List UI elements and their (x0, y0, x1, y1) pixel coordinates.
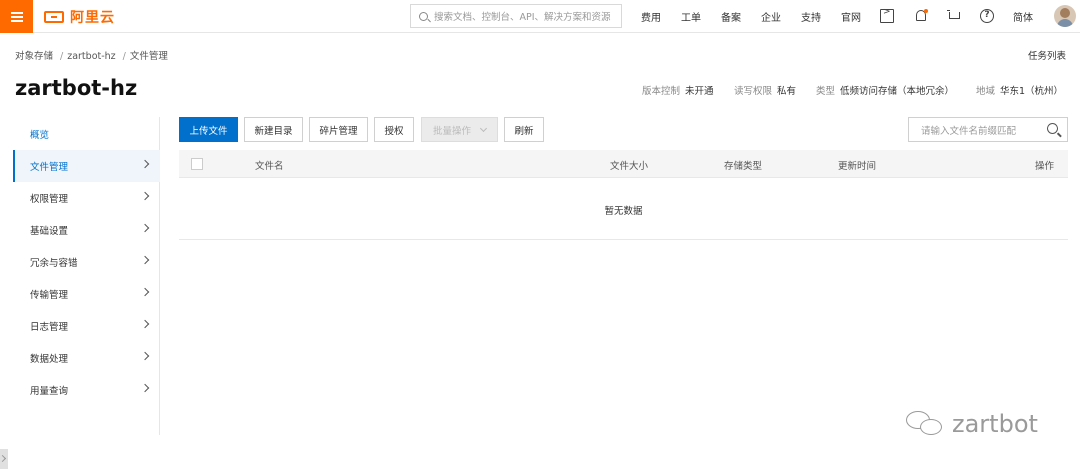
watermark: zartbot (906, 410, 1038, 438)
breadcrumb: 对象存储 / zartbot-hz / 文件管理 (15, 48, 171, 62)
refresh-button[interactable]: 刷新 (504, 117, 544, 142)
page-title: zartbot-hz (15, 76, 138, 100)
batch-operations-dropdown[interactable]: 批量操作 (421, 117, 498, 142)
sidebar-item-transfer[interactable]: 传输管理 (13, 278, 160, 310)
meta-key: 类型 (816, 86, 836, 97)
chevron-right-icon (140, 159, 150, 169)
sidebar-item-overview[interactable]: 概览 (13, 118, 160, 150)
sidebar-item-label: 用量查询 (30, 386, 69, 397)
menu-icon (10, 11, 23, 22)
avatar[interactable] (1054, 5, 1076, 27)
nav-website[interactable]: 官网 (841, 9, 861, 24)
nav-support[interactable]: 支持 (801, 9, 821, 24)
table-header: 文件名 文件大小 存储类型 更新时间 操作 (179, 150, 1068, 178)
upload-button[interactable]: 上传文件 (179, 117, 238, 142)
breadcrumb-bucket[interactable]: zartbot-hz (67, 51, 115, 62)
sidebar-item-label: 概览 (30, 130, 50, 141)
sidebar-item-label: 传输管理 (30, 290, 69, 301)
meta-value: 未开通 (685, 86, 714, 97)
column-actions: 操作 (1035, 161, 1055, 172)
chevron-right-icon (140, 383, 150, 393)
fragment-management-button[interactable]: 碎片管理 (309, 117, 368, 142)
empty-text: 暂无数据 (604, 206, 643, 217)
sidebar-item-logs[interactable]: 日志管理 (13, 310, 160, 342)
chevron-right-icon (140, 351, 150, 361)
chevron-right-icon (140, 287, 150, 297)
nav-ticket[interactable]: 工单 (681, 9, 701, 24)
meta-value: 华东1（杭州） (1000, 86, 1064, 97)
aliyun-logo[interactable]: 阿里云 (44, 7, 115, 27)
aliyun-logo-icon (44, 11, 64, 23)
global-search-input[interactable]: 搜索文档、控制台、API、解决方案和资源 (410, 4, 622, 28)
expand-handle[interactable] (0, 449, 8, 469)
logo-text: 阿里云 (70, 10, 115, 26)
breadcrumb-separator: / (60, 51, 64, 62)
column-storage-type: 存储类型 (724, 161, 763, 172)
sidebar-item-basic-settings[interactable]: 基础设置 (13, 214, 160, 246)
column-updated-time: 更新时间 (838, 161, 877, 172)
breadcrumb-separator: / (122, 51, 126, 62)
chevron-right-icon (140, 319, 150, 329)
nav-billing[interactable]: 费用 (641, 9, 661, 24)
batch-operations-label: 批量操作 (432, 125, 471, 137)
new-directory-button[interactable]: 新建目录 (244, 117, 303, 142)
meta-versioning: 版本控制 未开通 (642, 83, 714, 97)
meta-key: 地域 (976, 86, 996, 97)
breadcrumb-oss[interactable]: 对象存储 (15, 51, 53, 62)
sidebar-item-permissions[interactable]: 权限管理 (13, 182, 160, 214)
watermark-text: zartbot (952, 410, 1038, 438)
meta-key: 读写权限 (734, 86, 773, 97)
wechat-icon (906, 411, 946, 437)
terminal-icon[interactable] (880, 7, 894, 23)
meta-region: 地域 华东1（杭州） (976, 83, 1063, 97)
column-filename: 文件名 (255, 161, 284, 172)
search-icon[interactable] (1047, 123, 1058, 134)
sidebar-item-usage[interactable]: 用量查询 (13, 374, 160, 406)
sidebar-item-redundancy[interactable]: 冗余与容错 (13, 246, 160, 278)
sidebar-item-label: 权限管理 (30, 194, 69, 205)
global-search-placeholder: 搜索文档、控制台、API、解决方案和资源 (434, 12, 611, 23)
sidebar-item-label: 冗余与容错 (30, 258, 78, 269)
meta-value: 私有 (777, 86, 797, 97)
language-switch[interactable]: 简体 (1013, 9, 1033, 24)
column-size: 文件大小 (610, 161, 649, 172)
sidebar-item-label: 文件管理 (30, 162, 69, 173)
meta-acl: 读写权限 私有 (734, 83, 796, 97)
chevron-right-icon (140, 191, 150, 201)
nav-enterprise[interactable]: 企业 (761, 9, 781, 24)
task-list-link[interactable]: 任务列表 (1028, 48, 1066, 62)
chevron-down-icon (479, 124, 488, 132)
sidebar-item-data-processing[interactable]: 数据处理 (13, 342, 160, 374)
sidebar-item-label: 数据处理 (30, 354, 69, 365)
menu-button[interactable] (0, 0, 33, 33)
top-bar: 阿里云 搜索文档、控制台、API、解决方案和资源 费用 工单 备案 企业 支持 … (0, 0, 1080, 33)
meta-key: 版本控制 (642, 86, 681, 97)
breadcrumb-current: 文件管理 (129, 51, 168, 62)
bell-icon[interactable] (914, 9, 928, 23)
chevron-right-icon (140, 255, 150, 265)
empty-state: 暂无数据 (179, 178, 1068, 240)
help-icon[interactable]: ? (980, 9, 994, 23)
cart-icon[interactable] (947, 9, 961, 23)
nav-icp[interactable]: 备案 (721, 9, 741, 24)
authorize-button[interactable]: 授权 (374, 117, 414, 142)
sidebar-item-files[interactable]: 文件管理 (13, 150, 160, 182)
sidebar-item-label: 基础设置 (30, 226, 69, 237)
meta-storage-type: 类型 低频访问存储（本地冗余） (816, 83, 954, 97)
meta-value: 低频访问存储（本地冗余） (840, 86, 955, 97)
select-all-checkbox[interactable] (191, 158, 203, 170)
file-search-input[interactable]: 请输入文件名前缀匹配 (908, 117, 1068, 142)
sidebar: 概览 文件管理 权限管理 基础设置 冗余与容错 传输管理 日志管理 数据处理 用… (0, 117, 160, 435)
file-search-placeholder: 请输入文件名前缀匹配 (921, 125, 1017, 137)
chevron-right-icon (140, 223, 150, 233)
sidebar-item-label: 日志管理 (30, 322, 69, 333)
search-icon (419, 11, 428, 21)
